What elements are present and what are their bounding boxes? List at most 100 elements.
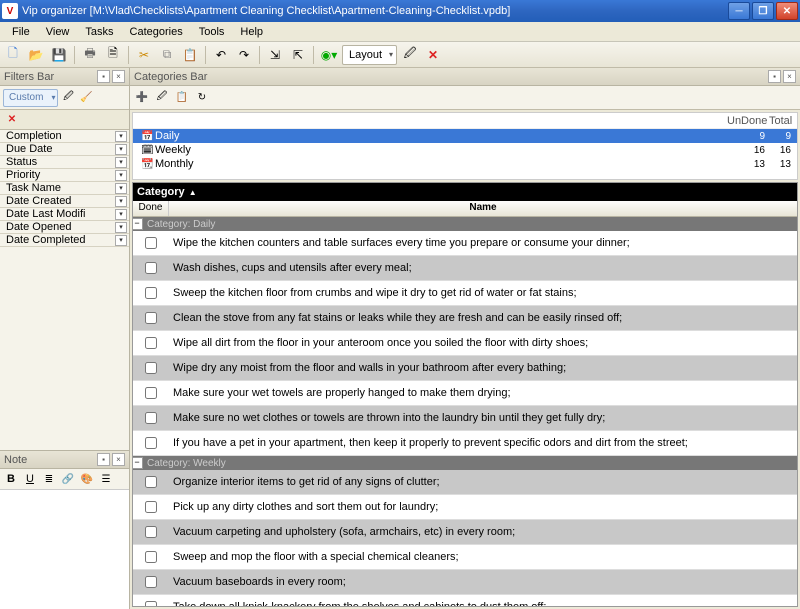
minimize-button[interactable]: ─ [728,2,750,20]
task-row[interactable]: Vacuum carpeting and upholstery (sofa, a… [133,520,797,545]
filter-item[interactable]: Status▾ [0,156,129,169]
task-row[interactable]: Make sure your wet towels are properly h… [133,381,797,406]
group-header[interactable]: Category ▲ [133,183,797,201]
note-link-icon[interactable]: 🔗 [60,471,76,487]
filter-dropdown-icon[interactable]: ▾ [115,196,127,207]
note-bullet-icon[interactable]: ≣ [41,471,57,487]
edit-cat-icon[interactable]: 🖉 [154,90,170,106]
save-icon[interactable]: 💾 [49,45,69,65]
task-checkbox[interactable] [145,312,157,324]
layout-icon[interactable]: ◉▾ [319,45,339,65]
add-cat-icon[interactable]: ➕ [134,90,150,106]
task-row[interactable]: If you have a pet in your apartment, the… [133,431,797,456]
cut-icon[interactable]: ✂ [134,45,154,65]
menu-file[interactable]: File [4,24,38,40]
filter-item[interactable]: Date Created▾ [0,195,129,208]
undo-icon[interactable]: ↶ [211,45,231,65]
filter-item[interactable]: Date Last Modifi▾ [0,208,129,221]
filter-dropdown-icon[interactable]: ▾ [115,131,127,142]
grid-group-header[interactable]: Category: Weekly [133,456,797,470]
task-checkbox[interactable] [145,437,157,449]
task-checkbox[interactable] [145,476,157,488]
category-row[interactable]: 🗓Weekly1616 [133,143,797,157]
redo-icon[interactable]: ↷ [234,45,254,65]
col-done[interactable]: Done [133,201,169,216]
catpane-close-icon[interactable]: × [783,70,796,83]
catpane-menu-icon[interactable]: ▪ [768,70,781,83]
filter-dropdown-icon[interactable]: ▾ [115,222,127,233]
category-row[interactable]: 📆Monthly1313 [133,157,797,171]
task-checkbox[interactable] [145,287,157,299]
task-row[interactable]: Wipe all dirt from the floor in your ant… [133,331,797,356]
tool-icon[interactable]: 🖉 [400,45,420,65]
note-body[interactable] [0,489,129,609]
task-row[interactable]: Pick up any dirty clothes and sort them … [133,495,797,520]
task-checkbox[interactable] [145,237,157,249]
custom-filter-dropdown[interactable]: Custom [3,89,58,107]
task-row[interactable]: Wipe the kitchen counters and table surf… [133,231,797,256]
filter-dropdown-icon[interactable]: ▾ [115,144,127,155]
refresh-cat-icon[interactable]: ↻ [194,90,210,106]
category-row[interactable]: 📅Daily99 [133,129,797,143]
filter-item[interactable]: Completion▾ [0,130,129,143]
filter-item[interactable]: Date Opened▾ [0,221,129,234]
menu-help[interactable]: Help [232,24,271,40]
task-checkbox[interactable] [145,551,157,563]
grid-group-header[interactable]: Category: Daily [133,217,797,231]
note-list-icon[interactable]: ☰ [98,471,114,487]
task-row[interactable]: Sweep and mop the floor with a special c… [133,545,797,570]
remove-filter-icon[interactable]: ✕ [4,112,20,128]
task-checkbox[interactable] [145,412,157,424]
copy-icon[interactable]: ⧉ [157,45,177,65]
filter-item[interactable]: Task Name▾ [0,182,129,195]
task-row[interactable]: Make sure no wet clothes or towels are t… [133,406,797,431]
task-checkbox[interactable] [145,337,157,349]
filter-dropdown-icon[interactable]: ▾ [115,235,127,246]
task-row[interactable]: Organize interior items to get rid of an… [133,470,797,495]
note-menu-icon[interactable]: ▪ [97,453,110,466]
clear-filter-icon[interactable]: 🧹 [78,90,94,106]
edit-filter-icon[interactable]: 🖉 [60,90,76,106]
task-row[interactable]: Clean the stove from any fat stains or l… [133,306,797,331]
task-checkbox[interactable] [145,576,157,588]
filter-dropdown-icon[interactable]: ▾ [115,157,127,168]
task-checkbox[interactable] [145,501,157,513]
note-bold-icon[interactable]: B [3,471,19,487]
task-row[interactable]: Vacuum baseboards in every room; [133,570,797,595]
import-icon[interactable]: ⇲ [265,45,285,65]
close-button[interactable]: ✕ [776,2,798,20]
task-row[interactable]: Sweep the kitchen floor from crumbs and … [133,281,797,306]
filter-item[interactable]: Date Completed▾ [0,234,129,247]
paste-icon[interactable]: 📋 [180,45,200,65]
filter-item[interactable]: Priority▾ [0,169,129,182]
print-icon[interactable]: 🖶 [80,45,100,65]
open-icon[interactable]: 📂 [26,45,46,65]
delete-layout-icon[interactable]: ✕ [423,45,443,65]
task-row[interactable]: Wash dishes, cups and utensils after eve… [133,256,797,281]
task-checkbox[interactable] [145,387,157,399]
note-close-icon[interactable]: × [112,453,125,466]
menu-categories[interactable]: Categories [122,24,191,40]
task-checkbox[interactable] [145,262,157,274]
new-icon[interactable]: 🗋 [3,45,23,65]
pane-close-icon[interactable]: × [112,70,125,83]
menu-view[interactable]: View [38,24,78,40]
task-row[interactable]: Take down all knick-knackery from the sh… [133,595,797,607]
note-underline-icon[interactable]: U [22,471,38,487]
filter-dropdown-icon[interactable]: ▾ [115,183,127,194]
export-icon[interactable]: ⇱ [288,45,308,65]
pane-menu-icon[interactable]: ▪ [97,70,110,83]
del-cat-icon[interactable]: 📋 [174,90,190,106]
filter-item[interactable]: Due Date▾ [0,143,129,156]
preview-icon[interactable]: 🗎 [103,45,123,65]
filter-dropdown-icon[interactable]: ▾ [115,209,127,220]
note-color-icon[interactable]: 🎨 [79,471,95,487]
layout-dropdown[interactable]: Layout [342,45,397,65]
col-name[interactable]: Name [169,201,797,216]
filter-dropdown-icon[interactable]: ▾ [115,170,127,181]
maximize-button[interactable]: ❐ [752,2,774,20]
task-checkbox[interactable] [145,362,157,374]
task-checkbox[interactable] [145,601,157,607]
task-row[interactable]: Wipe dry any moist from the floor and wa… [133,356,797,381]
menu-tasks[interactable]: Tasks [77,24,121,40]
